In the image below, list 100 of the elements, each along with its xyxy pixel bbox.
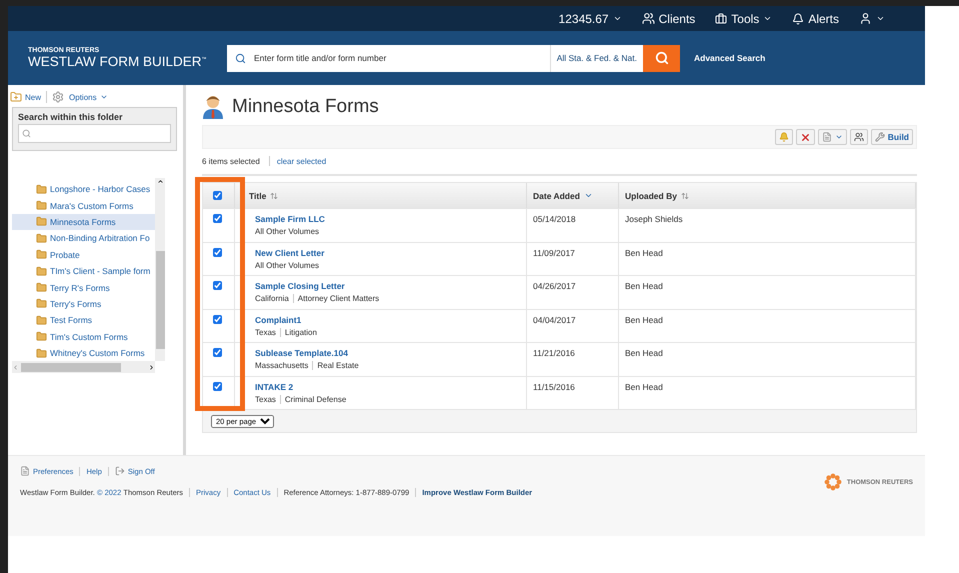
- toolbox-icon: [715, 12, 728, 24]
- vertical-scrollbar[interactable]: [155, 178, 165, 362]
- date-cell-text: 11/21/2016: [533, 348, 576, 358]
- form-title-link[interactable]: New Client Letter: [241, 248, 526, 258]
- category-tag: Texas: [255, 328, 276, 336]
- category-tag: All Other Volumes: [255, 227, 320, 236]
- wrench-icon: [874, 132, 885, 142]
- form-title-link[interactable]: Sublease Template.104: [241, 348, 526, 358]
- page-title: Minnesota Forms: [232, 96, 379, 118]
- scroll-up-icon: [156, 178, 164, 185]
- bell-icon: [792, 12, 804, 24]
- folder-item[interactable]: Non-Binding Arbitration Fo: [12, 230, 155, 247]
- folder-search-field[interactable]: [18, 124, 171, 143]
- options-menu[interactable]: Options: [69, 92, 108, 102]
- category-tag: Texas: [255, 394, 276, 404]
- form-title-link[interactable]: INTAKE 2: [241, 382, 526, 392]
- folder-icon: [36, 200, 47, 212]
- folder-icon: [36, 232, 47, 244]
- uploader-cell-text: Ben Head: [625, 348, 664, 358]
- folder-icon: [36, 282, 47, 294]
- folder-icon: [36, 331, 47, 342]
- category-tag: Criminal Defense: [280, 394, 346, 404]
- uploader-cell-text: Ben Head: [625, 248, 664, 258]
- row-checkbox[interactable]: [213, 281, 222, 290]
- select-all-checkbox[interactable]: [213, 191, 222, 200]
- brand-title: WESTLAW FORM BUILDER$^{™}$: [28, 54, 208, 69]
- search-icon: [235, 52, 246, 64]
- column-header[interactable]: Title: [235, 183, 527, 208]
- advanced-search-link[interactable]: Advanced Search: [694, 53, 766, 63]
- folder-item[interactable]: Probate: [12, 246, 155, 263]
- folder-icon: [36, 348, 47, 359]
- account-menu[interactable]: 12345.67: [558, 12, 622, 26]
- column-header[interactable]: Date Added: [527, 183, 619, 208]
- delete-button[interactable]: [796, 129, 815, 145]
- folder-item[interactable]: Minnesota Forms: [12, 214, 155, 230]
- folder-icon: [36, 266, 47, 277]
- caret-icon: [100, 93, 108, 101]
- user-icon: [859, 12, 872, 25]
- caret-icon: [834, 133, 843, 141]
- uploader-cell-text: Ben Head: [625, 281, 664, 291]
- category-tag: Real Estate: [312, 361, 359, 370]
- form-title-link[interactable]: Complaint1: [241, 314, 526, 324]
- folder-item[interactable]: Tim's Custom Forms: [12, 328, 155, 345]
- search-icon: [22, 129, 31, 138]
- folder-icon: [36, 216, 47, 228]
- date-cell-text: 04/04/2017: [533, 314, 577, 324]
- folder-item[interactable]: Terry R's Forms: [12, 279, 155, 296]
- caret-icon: [612, 14, 622, 23]
- folder-item[interactable]: Test Forms: [12, 312, 155, 329]
- new-folder-button[interactable]: New: [10, 91, 42, 103]
- folder-item[interactable]: Whitney's Custom Forms: [12, 344, 155, 362]
- clients-menu[interactable]: Clients: [642, 12, 696, 26]
- search-button[interactable]: [643, 44, 680, 72]
- caret-icon: [763, 14, 772, 23]
- caret-icon: [876, 14, 885, 23]
- category-tag: California: [255, 294, 289, 303]
- folder-add-icon: [10, 91, 22, 103]
- document-icon: [822, 132, 832, 142]
- form-title-link[interactable]: Sample Closing Letter: [241, 281, 526, 291]
- clear-selected-link[interactable]: clear selected: [276, 156, 326, 166]
- selection-count: 6 items selected: [202, 156, 260, 166]
- category-tag: Massachusetts: [255, 361, 308, 370]
- form-title-link[interactable]: Sample Firm LLC: [241, 214, 526, 224]
- tools-menu[interactable]: Tools: [715, 12, 772, 26]
- build-button[interactable]: Build: [870, 129, 913, 145]
- document-icon: [20, 466, 30, 476]
- search-field[interactable]: Enter form title and/or form number All Sta. & Fed. & Nat.: [227, 44, 643, 72]
- folder-icon: [36, 249, 47, 260]
- uploader-cell-text: Ben Head: [625, 314, 664, 324]
- category-tag: Attorney Client Matters: [292, 294, 380, 303]
- category-tag: Litigation: [280, 328, 317, 336]
- person-icon: [202, 95, 224, 119]
- search-icon: [654, 51, 668, 65]
- date-cell-text: 04/26/2017: [533, 281, 577, 291]
- horizontal-scrollbar[interactable]: [12, 361, 155, 374]
- row-checkbox[interactable]: [213, 348, 222, 357]
- date-cell-text: 11/09/2017: [533, 248, 576, 258]
- uploader-cell-text: Joseph Shields: [625, 214, 684, 224]
- folder-item[interactable]: Longshore - Harbor Cases: [12, 181, 155, 198]
- bell-icon: [778, 132, 789, 142]
- search-label: Search within this folder: [18, 112, 124, 122]
- folder-icon: [36, 314, 47, 326]
- folder-item[interactable]: Terry's Forms: [12, 296, 155, 312]
- folder-item[interactable]: TIm's Client - Sample form: [12, 262, 155, 280]
- row-checkbox[interactable]: [213, 314, 222, 324]
- uploader-cell-text: Ben Head: [625, 382, 664, 392]
- date-cell-text: 05/14/2018: [533, 214, 577, 224]
- scroll-right-icon: [148, 364, 155, 371]
- user-menu[interactable]: [859, 12, 885, 25]
- row-checkbox[interactable]: [213, 248, 222, 256]
- alerts-menu[interactable]: Alerts: [792, 12, 839, 26]
- close-icon: [800, 132, 811, 142]
- folder-item[interactable]: Mara's Custom Forms: [12, 197, 155, 214]
- row-checkbox[interactable]: [213, 382, 222, 390]
- people-button[interactable]: [850, 129, 868, 145]
- people-icon: [854, 132, 864, 142]
- logo-icon: [822, 472, 843, 492]
- category-tag: All Other Volumes: [255, 260, 320, 270]
- row-checkbox[interactable]: [213, 214, 222, 223]
- column-header[interactable]: Uploaded By: [619, 183, 916, 208]
